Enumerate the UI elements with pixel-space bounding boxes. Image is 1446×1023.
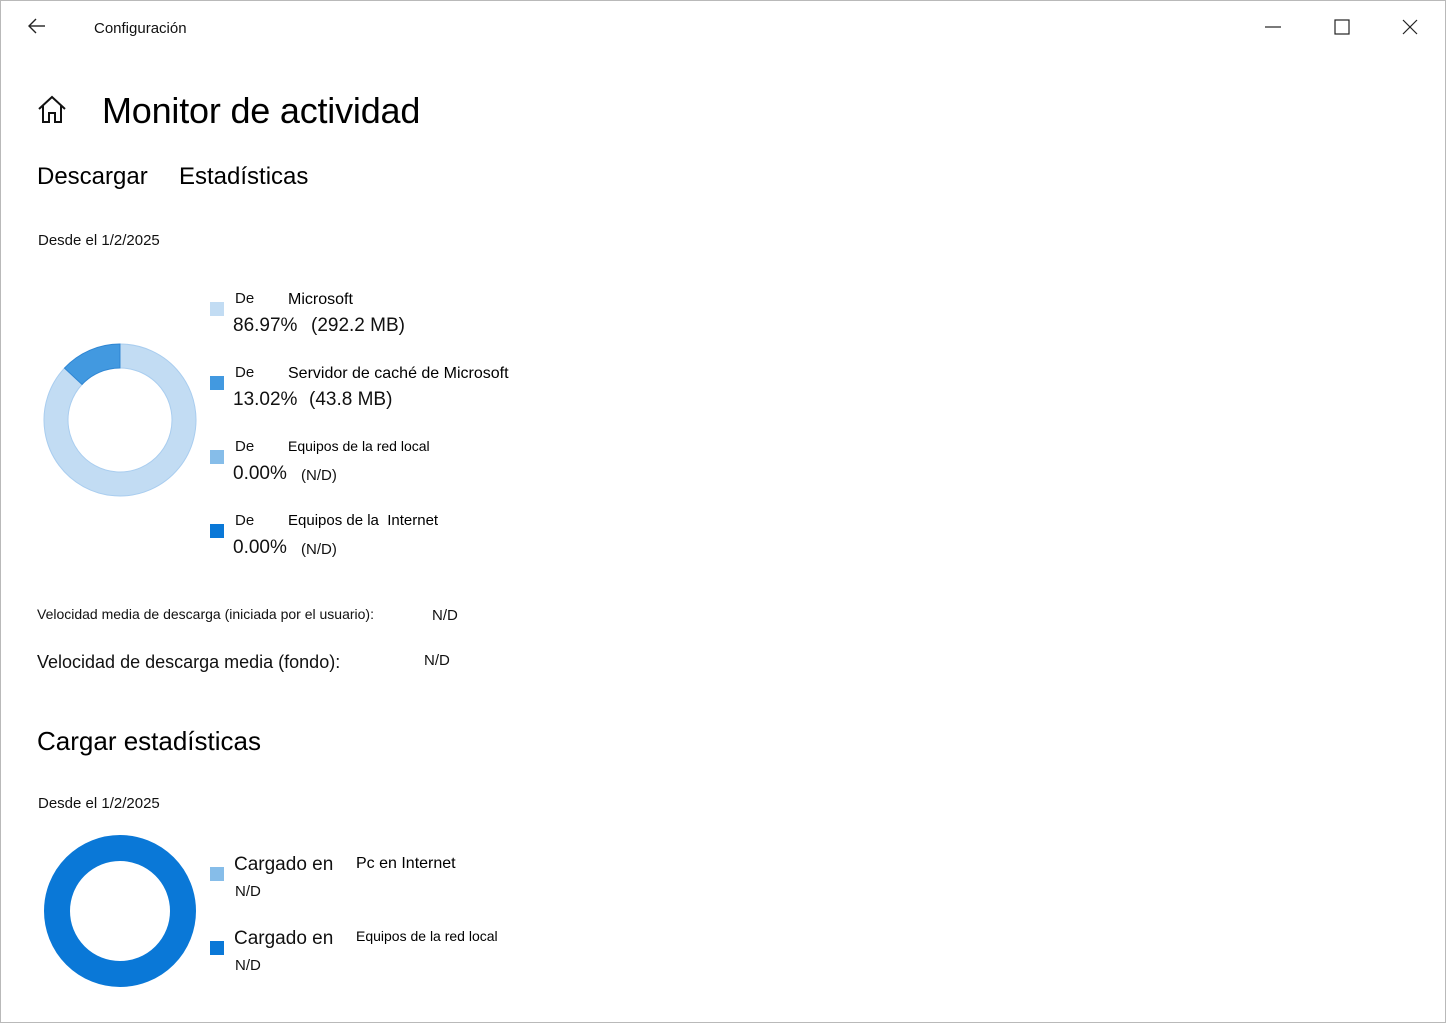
- upload-donut-chart: [44, 835, 196, 987]
- legend-prefix: Cargado en: [234, 854, 334, 875]
- legend-source-name: Servidor de caché de Microsoft: [288, 365, 509, 382]
- close-icon: [1402, 19, 1418, 35]
- legend-percent: 0.00%: [233, 537, 287, 558]
- legend-source-name: Equipos de la Internet: [288, 512, 439, 529]
- legend-size: (292.2 MB): [311, 315, 405, 336]
- legend-percent: 0.00%: [233, 463, 287, 484]
- tab-descargar[interactable]: Descargar: [37, 163, 148, 191]
- page-title: Monitor de actividad: [102, 90, 421, 131]
- upload-section-title: Cargar estadísticas: [37, 726, 261, 756]
- legend-value: N/D: [235, 957, 261, 974]
- legend-prefix: De: [235, 290, 255, 307]
- legend-swatch-cache-server: [210, 376, 224, 390]
- avg-user-speed-value: N/D: [432, 607, 458, 624]
- legend-source-name: Equipos de la red local: [288, 438, 430, 454]
- avg-bg-speed-label: Velocidad de descarga media (fondo):: [37, 652, 341, 672]
- home-button[interactable]: [35, 93, 69, 127]
- legend-percent: 13.02%: [233, 389, 298, 410]
- legend-prefix: De: [235, 512, 255, 529]
- minimize-icon: [1265, 26, 1281, 28]
- upload-since-label: Desde el 1/2/2025: [38, 795, 160, 812]
- legend-swatch-internet: [210, 524, 224, 538]
- home-icon: [38, 95, 66, 123]
- download-donut-chart: [43, 343, 197, 497]
- legend-target-name: Pc en Internet: [356, 855, 456, 872]
- legend-prefix: De: [235, 364, 255, 381]
- download-since-label: Desde el 1/2/2025: [38, 232, 160, 249]
- legend-size: (43.8 MB): [309, 389, 393, 410]
- tab-estadisticas[interactable]: Estadísticas: [179, 163, 308, 191]
- legend-size: (N/D): [301, 541, 337, 558]
- maximize-icon: [1334, 19, 1350, 35]
- settings-window: Configuración Monitor de actividad Desca…: [0, 0, 1446, 1023]
- legend-source-name: Microsoft: [288, 291, 353, 308]
- avg-bg-speed-value: N/D: [424, 652, 450, 669]
- maximize-button[interactable]: [1320, 7, 1366, 47]
- legend-swatch-upload-local: [210, 941, 224, 955]
- legend-value: N/D: [235, 883, 261, 900]
- window-title: Configuración: [94, 20, 187, 37]
- legend-prefix: Cargado en: [234, 928, 334, 949]
- avg-user-speed-label: Velocidad media de descarga (iniciada po…: [37, 606, 374, 622]
- legend-swatch-local-network: [210, 450, 224, 464]
- legend-prefix: De: [235, 438, 255, 455]
- title-bar: Configuración: [1, 1, 1445, 53]
- legend-percent: 86.97%: [233, 315, 298, 336]
- back-arrow-icon: [28, 18, 45, 34]
- donut-ring: [44, 835, 196, 987]
- legend-size: (N/D): [301, 467, 337, 484]
- legend-swatch-microsoft: [210, 302, 224, 316]
- legend-target-name: Equipos de la red local: [356, 928, 498, 944]
- close-button[interactable]: [1388, 7, 1434, 47]
- minimize-button[interactable]: [1251, 7, 1297, 47]
- legend-swatch-upload-internet: [210, 867, 224, 881]
- back-button[interactable]: [21, 11, 53, 43]
